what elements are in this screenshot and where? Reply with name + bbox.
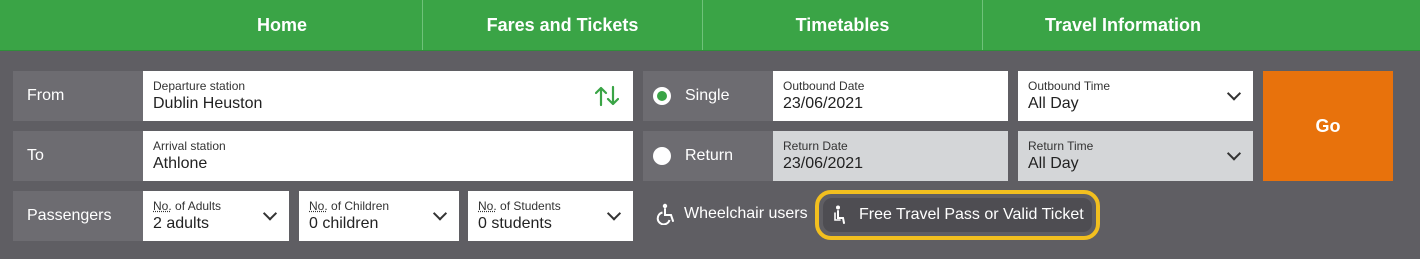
wheelchair-icon	[656, 203, 676, 225]
free-travel-pass-button[interactable]: Free Travel Pass or Valid Ticket	[823, 198, 1092, 232]
wheelchair-users-option[interactable]: Wheelchair users	[656, 203, 808, 225]
return-date-caption: Return Date	[783, 139, 848, 153]
single-label: Single	[685, 87, 730, 104]
passengers-label: Passengers	[13, 191, 143, 241]
free-travel-pass-label: Free Travel Pass or Valid Ticket	[859, 206, 1084, 223]
return-date-value: 23/06/2021	[783, 155, 864, 172]
outbound-time-select[interactable]: Outbound Time All Day	[1018, 71, 1253, 121]
nav-fares-and-tickets[interactable]: Fares and Tickets	[423, 0, 703, 50]
arrival-station-field[interactable]: Arrival station Athlone	[143, 131, 633, 181]
swap-arrows-icon[interactable]	[595, 85, 619, 107]
students-select[interactable]: No. of Students 0 students	[468, 191, 633, 241]
arrival-station-caption: Arrival station	[153, 139, 226, 153]
adults-value: 2 adults	[153, 215, 210, 232]
children-select[interactable]: No. of Children 0 children	[299, 191, 459, 241]
outbound-time-caption: Outbound Time	[1028, 79, 1111, 93]
return-radio-option[interactable]: Return	[643, 131, 773, 181]
return-date-field[interactable]: Return Date 23/06/2021	[773, 131, 1008, 181]
nav-home[interactable]: Home	[142, 0, 423, 50]
main-nav: Home Fares and Tickets Timetables Travel…	[0, 0, 1420, 51]
return-time-value: All Day	[1028, 155, 1079, 172]
free-travel-pass-highlight: Free Travel Pass or Valid Ticket	[815, 190, 1100, 240]
departure-station-value: Dublin Heuston	[153, 95, 263, 112]
nav-travel-information[interactable]: Travel Information	[983, 0, 1263, 50]
return-time-select[interactable]: Return Time All Day	[1018, 131, 1253, 181]
to-label: To	[13, 131, 143, 181]
outbound-date-value: 23/06/2021	[783, 95, 864, 112]
return-time-caption: Return Time	[1028, 139, 1094, 153]
students-value: 0 students	[478, 215, 552, 232]
single-radio-option[interactable]: Single	[643, 71, 773, 121]
return-label: Return	[685, 147, 734, 164]
outbound-time-value: All Day	[1028, 95, 1079, 112]
nav-timetables[interactable]: Timetables	[703, 0, 983, 50]
wheelchair-users-label: Wheelchair users	[684, 205, 808, 222]
arrival-station-value: Athlone	[153, 155, 208, 172]
adults-select[interactable]: No. of Adults 2 adults	[143, 191, 289, 241]
adults-caption: No. of Adults	[153, 199, 222, 213]
children-caption: No. of Children	[309, 199, 390, 213]
single-radio[interactable]	[653, 87, 671, 105]
departure-station-caption: Departure station	[153, 79, 246, 93]
departure-station-field[interactable]: Departure station Dublin Heuston	[143, 71, 633, 121]
return-radio[interactable]	[653, 147, 671, 165]
outbound-date-caption: Outbound Date	[783, 79, 865, 93]
students-caption: No. of Students	[478, 199, 561, 213]
children-value: 0 children	[309, 215, 379, 232]
outbound-date-field[interactable]: Outbound Date 23/06/2021	[773, 71, 1008, 121]
go-button[interactable]: Go	[1263, 71, 1393, 181]
seated-person-icon	[833, 205, 847, 225]
from-label: From	[13, 71, 143, 121]
